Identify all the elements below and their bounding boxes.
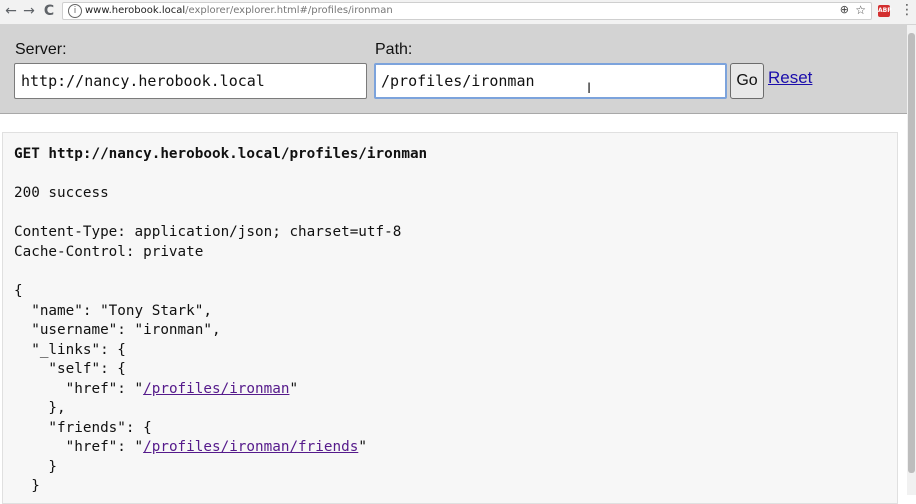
go-button[interactable]: Go (730, 63, 764, 99)
json-key: "href": " (14, 439, 144, 455)
url-host: www.herobook.local (85, 5, 186, 16)
header-content-type: Content-Type: application/json; charset=… (14, 224, 402, 240)
status-line: 200 success (14, 185, 109, 201)
json-self-close: }, (14, 400, 66, 416)
json-name-line: "name": "Tony Stark", (14, 303, 212, 319)
path-input[interactable]: /profiles/ironman (374, 63, 727, 99)
json-self-line: "self": { (14, 361, 126, 377)
json-friends-href-line: "href": "/profiles/ironman/friends" (14, 438, 367, 458)
text-cursor-icon: I (587, 81, 592, 97)
bookmark-star-icon[interactable]: ☆ (855, 3, 866, 17)
json-quote: " (358, 439, 367, 455)
reload-icon[interactable]: C (40, 2, 58, 20)
path-label: Path: (375, 41, 413, 58)
scrollbar-thumb[interactable] (908, 33, 915, 473)
json-key: "href": " (14, 381, 144, 397)
address-bar[interactable]: i www.herobook.local/explorer/explorer.h… (62, 2, 872, 20)
json-links-line: "_links": { (14, 342, 126, 358)
server-label: Server: (15, 41, 67, 58)
browser-menu-icon[interactable]: ⋮ (900, 2, 914, 18)
json-quote: " (289, 381, 299, 397)
friends-href-link[interactable]: /profiles/ironman/friends (143, 439, 358, 455)
browser-toolbar: ← → C i www.herobook.local/explorer/expl… (0, 0, 916, 25)
zoom-icon[interactable]: ⊕ (840, 3, 849, 16)
info-icon[interactable]: i (68, 4, 82, 18)
explorer-toolbar: Server: http://nancy.herobook.local Path… (0, 25, 907, 114)
url-path: /explorer/explorer.html#/profiles/ironma… (185, 5, 393, 16)
header-cache-control: Cache-Control: private (14, 244, 204, 260)
request-line: GET http://nancy.herobook.local/profiles… (14, 146, 428, 162)
json-friends-close: } (14, 459, 58, 475)
self-href-link[interactable]: /profiles/ironman (143, 381, 289, 397)
json-self-href-line: "href": "/profiles/ironman" (14, 380, 298, 400)
reset-link[interactable]: Reset (768, 68, 812, 88)
json-open-brace: { (14, 283, 23, 299)
json-links-close: } (14, 478, 40, 494)
address-url[interactable]: www.herobook.local/explorer/explorer.htm… (85, 5, 393, 16)
adblock-extension-icon[interactable]: ABP (878, 5, 892, 17)
page-scrollbar[interactable] (907, 25, 916, 495)
response-panel: GET http://nancy.herobook.local/profiles… (2, 132, 898, 504)
json-username-line: "username": "ironman", (14, 322, 221, 338)
json-friends-line: "friends": { (14, 420, 152, 436)
back-arrow-icon[interactable]: ← (2, 2, 20, 20)
forward-arrow-icon[interactable]: → (20, 2, 38, 20)
server-input[interactable]: http://nancy.herobook.local (14, 63, 367, 99)
